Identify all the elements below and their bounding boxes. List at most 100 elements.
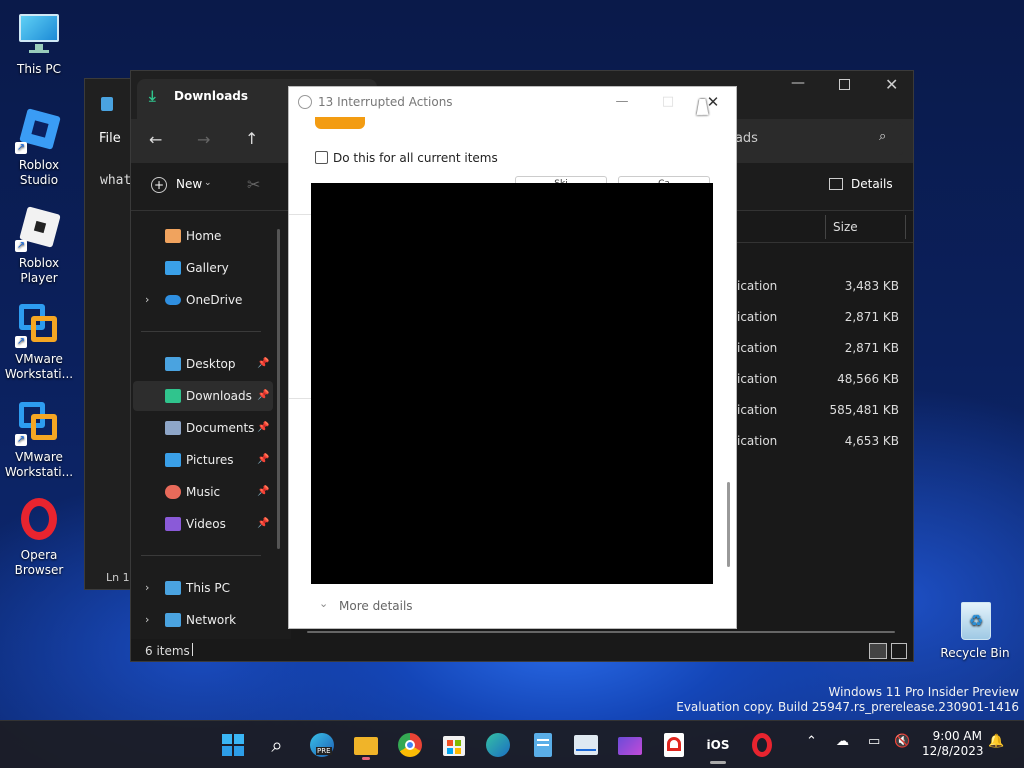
sidebar-item-videos[interactable]: Videos 📌	[133, 509, 273, 539]
chevron-down-icon: ⌄	[204, 178, 212, 188]
pin-icon[interactable]: 📌	[257, 413, 269, 443]
sidebar-item-home[interactable]: Home	[133, 221, 273, 251]
file-type[interactable]: ication	[737, 341, 777, 355]
sidebar-item-network[interactable]: › Network	[133, 605, 273, 635]
file-size[interactable]: 2,871 KB	[821, 341, 899, 355]
minimize-icon[interactable]: —	[791, 75, 805, 91]
file-type[interactable]: ication	[737, 310, 777, 324]
cut-icon[interactable]: ✂	[247, 175, 260, 194]
close-icon[interactable]: ✕	[885, 75, 898, 94]
details-view-icon[interactable]	[869, 643, 887, 659]
file-size[interactable]: 585,481 KB	[821, 403, 899, 417]
file-type[interactable]: ication	[737, 279, 777, 293]
tiles-view-icon[interactable]	[891, 643, 907, 659]
sidebar-item-documents[interactable]: Documents 📌	[133, 413, 273, 443]
maximize-icon[interactable]	[839, 79, 850, 90]
dialog-scrollbar[interactable]	[727, 482, 730, 567]
store-icon[interactable]	[438, 729, 470, 761]
acrobat-icon[interactable]	[658, 729, 690, 761]
new-label: New	[176, 177, 203, 191]
more-details-label: More details	[339, 599, 413, 613]
chevron-right-icon[interactable]: ›	[145, 573, 149, 603]
chevron-right-icon[interactable]: ›	[145, 285, 149, 315]
file-size[interactable]: 48,566 KB	[821, 372, 899, 386]
watermark-line-1: Windows 11 Pro Insider Preview	[828, 685, 1019, 699]
desktop-icon-roblox-studio[interactable]: ↗ Roblox Studio	[0, 106, 78, 188]
clock[interactable]: 9:00 AM 12/8/2023	[922, 729, 984, 759]
column-size[interactable]: Size	[833, 220, 858, 234]
file-type[interactable]: ication	[737, 403, 777, 417]
desktop-icon-vmware-1[interactable]: ↗ VMware Workstati...	[0, 300, 78, 382]
file-explorer-icon[interactable]	[350, 729, 382, 761]
chrome-icon[interactable]	[394, 729, 426, 761]
sidebar-divider	[141, 555, 261, 556]
edge-beta-icon[interactable]: PRE	[306, 729, 338, 761]
search-icon[interactable]: ⌕	[261, 729, 293, 761]
pin-icon[interactable]: 📌	[257, 381, 269, 411]
desktop-icon-vmware-2[interactable]: ↗ VMware Workstati...	[0, 398, 78, 480]
sidebar-item-pictures[interactable]: Pictures 📌	[133, 445, 273, 475]
sidebar-item-label: Home	[186, 229, 222, 243]
taskbar: ⌕ PRE iOS ⌃ ☁ ▭ 🔇 9:00 AM 12/8/2023 🔔	[0, 720, 1024, 768]
sidebar-item-onedrive[interactable]: › OneDrive	[133, 285, 273, 315]
chevron-up-icon[interactable]: ⌃	[806, 734, 817, 749]
start-icon[interactable]	[217, 729, 249, 761]
volume-mute-icon[interactable]: 🔇	[894, 734, 910, 749]
search-icon: ⌕	[879, 129, 887, 144]
edge-icon[interactable]	[482, 729, 514, 761]
checkbox-label: Do this for all current items	[333, 151, 498, 165]
pin-icon[interactable]: 📌	[257, 445, 269, 475]
minimize-icon[interactable]: —	[599, 87, 645, 117]
document-icon	[165, 421, 181, 435]
file-size[interactable]: 3,483 KB	[821, 279, 899, 293]
desktop-icon-roblox-player[interactable]: ↗ Roblox Player	[0, 204, 78, 286]
network-icon[interactable]: ▭	[868, 734, 880, 749]
sidebar-scrollbar[interactable]	[277, 229, 280, 549]
interrupted-actions-dialog[interactable]: 13 Interrupted Actions — □ ✕ Do this for…	[288, 86, 737, 629]
vmware-icon: ↗	[15, 300, 63, 348]
sidebar-item-desktop[interactable]: Desktop 📌	[133, 349, 273, 379]
onedrive-offline-icon[interactable]: ☁	[836, 734, 849, 749]
apply-to-all-checkbox[interactable]	[315, 151, 328, 164]
sidebar-item-gallery[interactable]: Gallery	[133, 253, 273, 283]
desktop-icon-recycle-bin[interactable]: ♻ Recycle Bin	[936, 596, 1014, 661]
notepad-menu-file[interactable]: File	[99, 131, 121, 146]
notepad-icon[interactable]	[526, 729, 558, 761]
column-divider[interactable]	[905, 215, 906, 239]
column-divider[interactable]	[825, 215, 826, 239]
back-icon[interactable]: ←	[149, 130, 162, 149]
file-size[interactable]: 4,653 KB	[821, 434, 899, 448]
chevron-right-icon[interactable]: ›	[145, 605, 149, 635]
file-type[interactable]: ication	[737, 372, 777, 386]
pin-icon[interactable]: 📌	[257, 477, 269, 507]
item-count: 6 items	[145, 644, 190, 658]
up-icon[interactable]: ↑	[245, 129, 258, 148]
file-size[interactable]: 2,871 KB	[821, 310, 899, 324]
edge-beta-badge: PRE	[316, 747, 332, 755]
notification-bell-icon[interactable]: 🔔	[988, 734, 1004, 749]
sidebar-item-this-pc[interactable]: › This PC	[133, 573, 273, 603]
dialog-titlebar[interactable]: 13 Interrupted Actions — □ ✕	[289, 87, 736, 117]
file-type[interactable]: ication	[737, 434, 777, 448]
desktop-icon-label: Roblox Studio	[18, 158, 60, 187]
sidebar-item-label: Network	[186, 613, 237, 627]
ios-icon[interactable]: iOS	[702, 729, 734, 761]
notepad-text[interactable]: what	[100, 173, 131, 188]
sidebar-item-music[interactable]: Music 📌	[133, 477, 273, 507]
opera-icon[interactable]	[746, 729, 778, 761]
sidebar-item-downloads[interactable]: Downloads 📌	[133, 381, 273, 411]
list-scrollbar[interactable]	[307, 631, 895, 633]
pin-icon[interactable]: 📌	[257, 349, 269, 379]
download-icon: ⤓	[149, 87, 156, 105]
search-box[interactable]: oads ⌕	[719, 123, 903, 155]
home-icon	[165, 229, 181, 243]
forward-icon[interactable]: →	[197, 130, 210, 149]
pin-icon[interactable]: 📌	[257, 509, 269, 539]
task-manager-icon[interactable]	[570, 729, 602, 761]
recycle-bin-icon: ♻	[951, 596, 999, 642]
desktop-icon-opera[interactable]: Opera Browser	[0, 496, 78, 578]
details-pane-icon	[829, 178, 843, 190]
clipchamp-icon[interactable]	[614, 729, 646, 761]
desktop-icon-this-pc[interactable]: This PC	[0, 10, 78, 77]
clock-date: 12/8/2023	[922, 744, 984, 758]
